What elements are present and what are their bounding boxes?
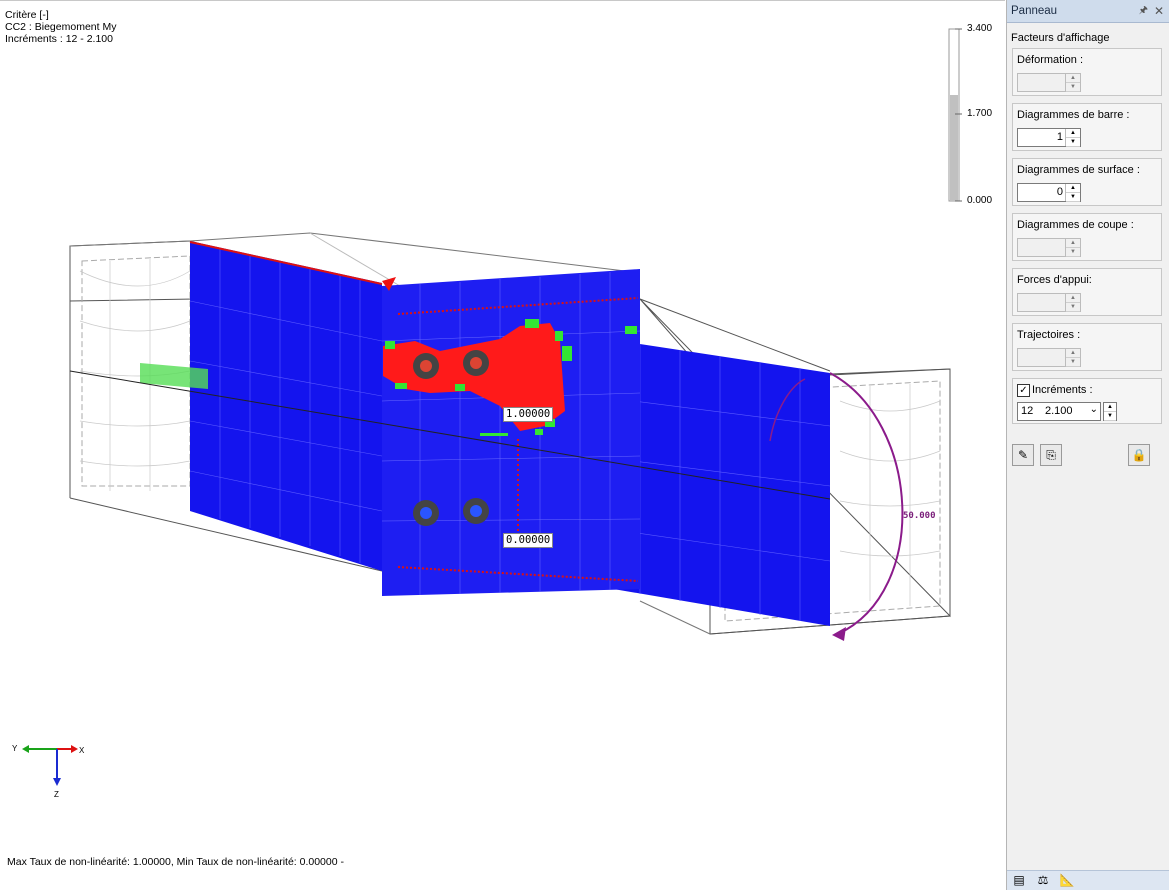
color-scale-icon[interactable]: ▤ — [1011, 873, 1027, 888]
group-increments: ✓ Incréments : 12 2.100 ⌄ ▲ ▼ — [1012, 378, 1162, 424]
max-value-label: 1.00000 — [503, 407, 554, 422]
axis-z-label: Z — [54, 790, 59, 799]
measure-icon[interactable]: 📐 — [1059, 873, 1075, 888]
trajectories-spinner[interactable]: ▲ ▼ — [1017, 348, 1081, 367]
scale-max-label: 3.400 — [967, 23, 993, 34]
info-line-criterion: Critère [-] — [5, 9, 49, 21]
spin-down-icon[interactable]: ▼ — [1066, 358, 1080, 367]
spin-up-icon[interactable]: ▲ — [1066, 349, 1080, 358]
lock-icon[interactable]: 🔒 — [1128, 444, 1150, 466]
group-label: Déformation : — [1017, 54, 1084, 66]
spin-up-icon[interactable]: ▲ — [1066, 129, 1080, 138]
control-panel: Panneau 🖈 ✕ Facteurs d'affichage Déforma… — [1006, 0, 1169, 890]
copy-icon[interactable]: ⎘ — [1040, 444, 1062, 466]
info-line-increments: Incréments : 12 - 2.100 — [5, 33, 113, 45]
panel-title: Panneau — [1011, 5, 1058, 17]
group-label: Diagrammes de barre : — [1017, 109, 1130, 121]
increments-checkbox[interactable]: ✓ — [1017, 384, 1030, 397]
balance-icon[interactable]: ⚖ — [1035, 873, 1051, 888]
axis-x-label: X — [79, 746, 85, 755]
spin-down-icon[interactable]: ▼ — [1066, 138, 1080, 147]
3d-viewport[interactable]: Critère [-] CC2 : Biegemoment My Incréme… — [0, 0, 1005, 891]
scale-mid-label: 1.700 — [967, 108, 993, 119]
model-scene[interactable] — [0, 1, 1005, 891]
group-member-diagrams: Diagrammes de barre : 1 ▲ ▼ — [1012, 103, 1162, 151]
group-label: Diagrammes de surface : — [1017, 164, 1140, 176]
spin-up-icon[interactable]: ▲ — [1104, 403, 1116, 412]
spinner-value[interactable]: 1 — [1057, 131, 1063, 143]
spin-down-icon[interactable]: ▼ — [1066, 193, 1080, 202]
chevron-down-icon[interactable]: ⌄ — [1090, 404, 1098, 415]
group-deformation: Déformation : ▲ ▼ — [1012, 48, 1162, 96]
spin-down-icon[interactable]: ▼ — [1066, 248, 1080, 257]
increments-label: Incréments : — [1032, 384, 1093, 396]
color-scale — [948, 28, 962, 202]
pin-icon[interactable]: 🖈 — [1139, 0, 1148, 22]
close-icon[interactable]: ✕ — [1154, 0, 1164, 22]
spin-up-icon[interactable]: ▲ — [1066, 184, 1080, 193]
spin-down-icon[interactable]: ▼ — [1104, 412, 1116, 421]
spin-down-icon[interactable]: ▼ — [1066, 83, 1080, 92]
member-diagrams-spinner[interactable]: 1 ▲ ▼ — [1017, 128, 1081, 147]
status-text: Max Taux de non-linéarité: 1.00000, Min … — [7, 856, 344, 868]
left-web-plate — [190, 241, 382, 571]
deformation-spinner[interactable]: ▲ ▼ — [1017, 73, 1081, 92]
increment-value: 2.100 — [1045, 405, 1073, 417]
axis-y-label: Y — [12, 744, 18, 753]
group-surface-diagrams: Diagrammes de surface : 0 ▲ ▼ — [1012, 158, 1162, 206]
group-label: Forces d'appui: — [1017, 274, 1092, 286]
group-trajectories: Trajectoires : ▲ ▼ — [1012, 323, 1162, 371]
spin-up-icon[interactable]: ▲ — [1066, 239, 1080, 248]
increments-select[interactable]: 12 2.100 ⌄ — [1017, 402, 1101, 421]
section-diagrams-spinner[interactable]: ▲ ▼ — [1017, 238, 1081, 257]
group-support-forces: Forces d'appui: ▲ ▼ — [1012, 268, 1162, 316]
panel-title-bar: Panneau 🖈 ✕ — [1007, 0, 1169, 23]
spin-down-icon[interactable]: ▼ — [1066, 303, 1080, 312]
increment-index: 12 — [1021, 405, 1034, 417]
surface-diagrams-spinner[interactable]: 0 ▲ ▼ — [1017, 183, 1081, 202]
axis-triad — [22, 745, 78, 786]
result-info: Critère [-] CC2 : Biegemoment My Incréme… — [5, 9, 116, 45]
edit-icon[interactable]: ✎ — [1012, 444, 1034, 466]
panel-tab-bar: ▤ ⚖ 📐 — [1007, 870, 1169, 890]
spin-up-icon[interactable]: ▲ — [1066, 74, 1080, 83]
moment-value-label: 50.000 — [903, 511, 936, 521]
increments-spinner[interactable]: ▲ ▼ — [1103, 402, 1117, 421]
support-forces-spinner[interactable]: ▲ ▼ — [1017, 293, 1081, 312]
min-value-label: 0.00000 — [503, 533, 554, 548]
spinner-value[interactable]: 0 — [1057, 186, 1063, 198]
spin-up-icon[interactable]: ▲ — [1066, 294, 1080, 303]
group-label: Trajectoires : — [1017, 329, 1081, 341]
info-line-loadcase: CC2 : Biegemoment My — [5, 21, 117, 33]
section-display-factors: Facteurs d'affichage — [1011, 32, 1110, 44]
group-section-diagrams: Diagrammes de coupe : ▲ ▼ — [1012, 213, 1162, 261]
scale-min-label: 0.000 — [967, 195, 993, 206]
group-label: Diagrammes de coupe : — [1017, 219, 1134, 231]
